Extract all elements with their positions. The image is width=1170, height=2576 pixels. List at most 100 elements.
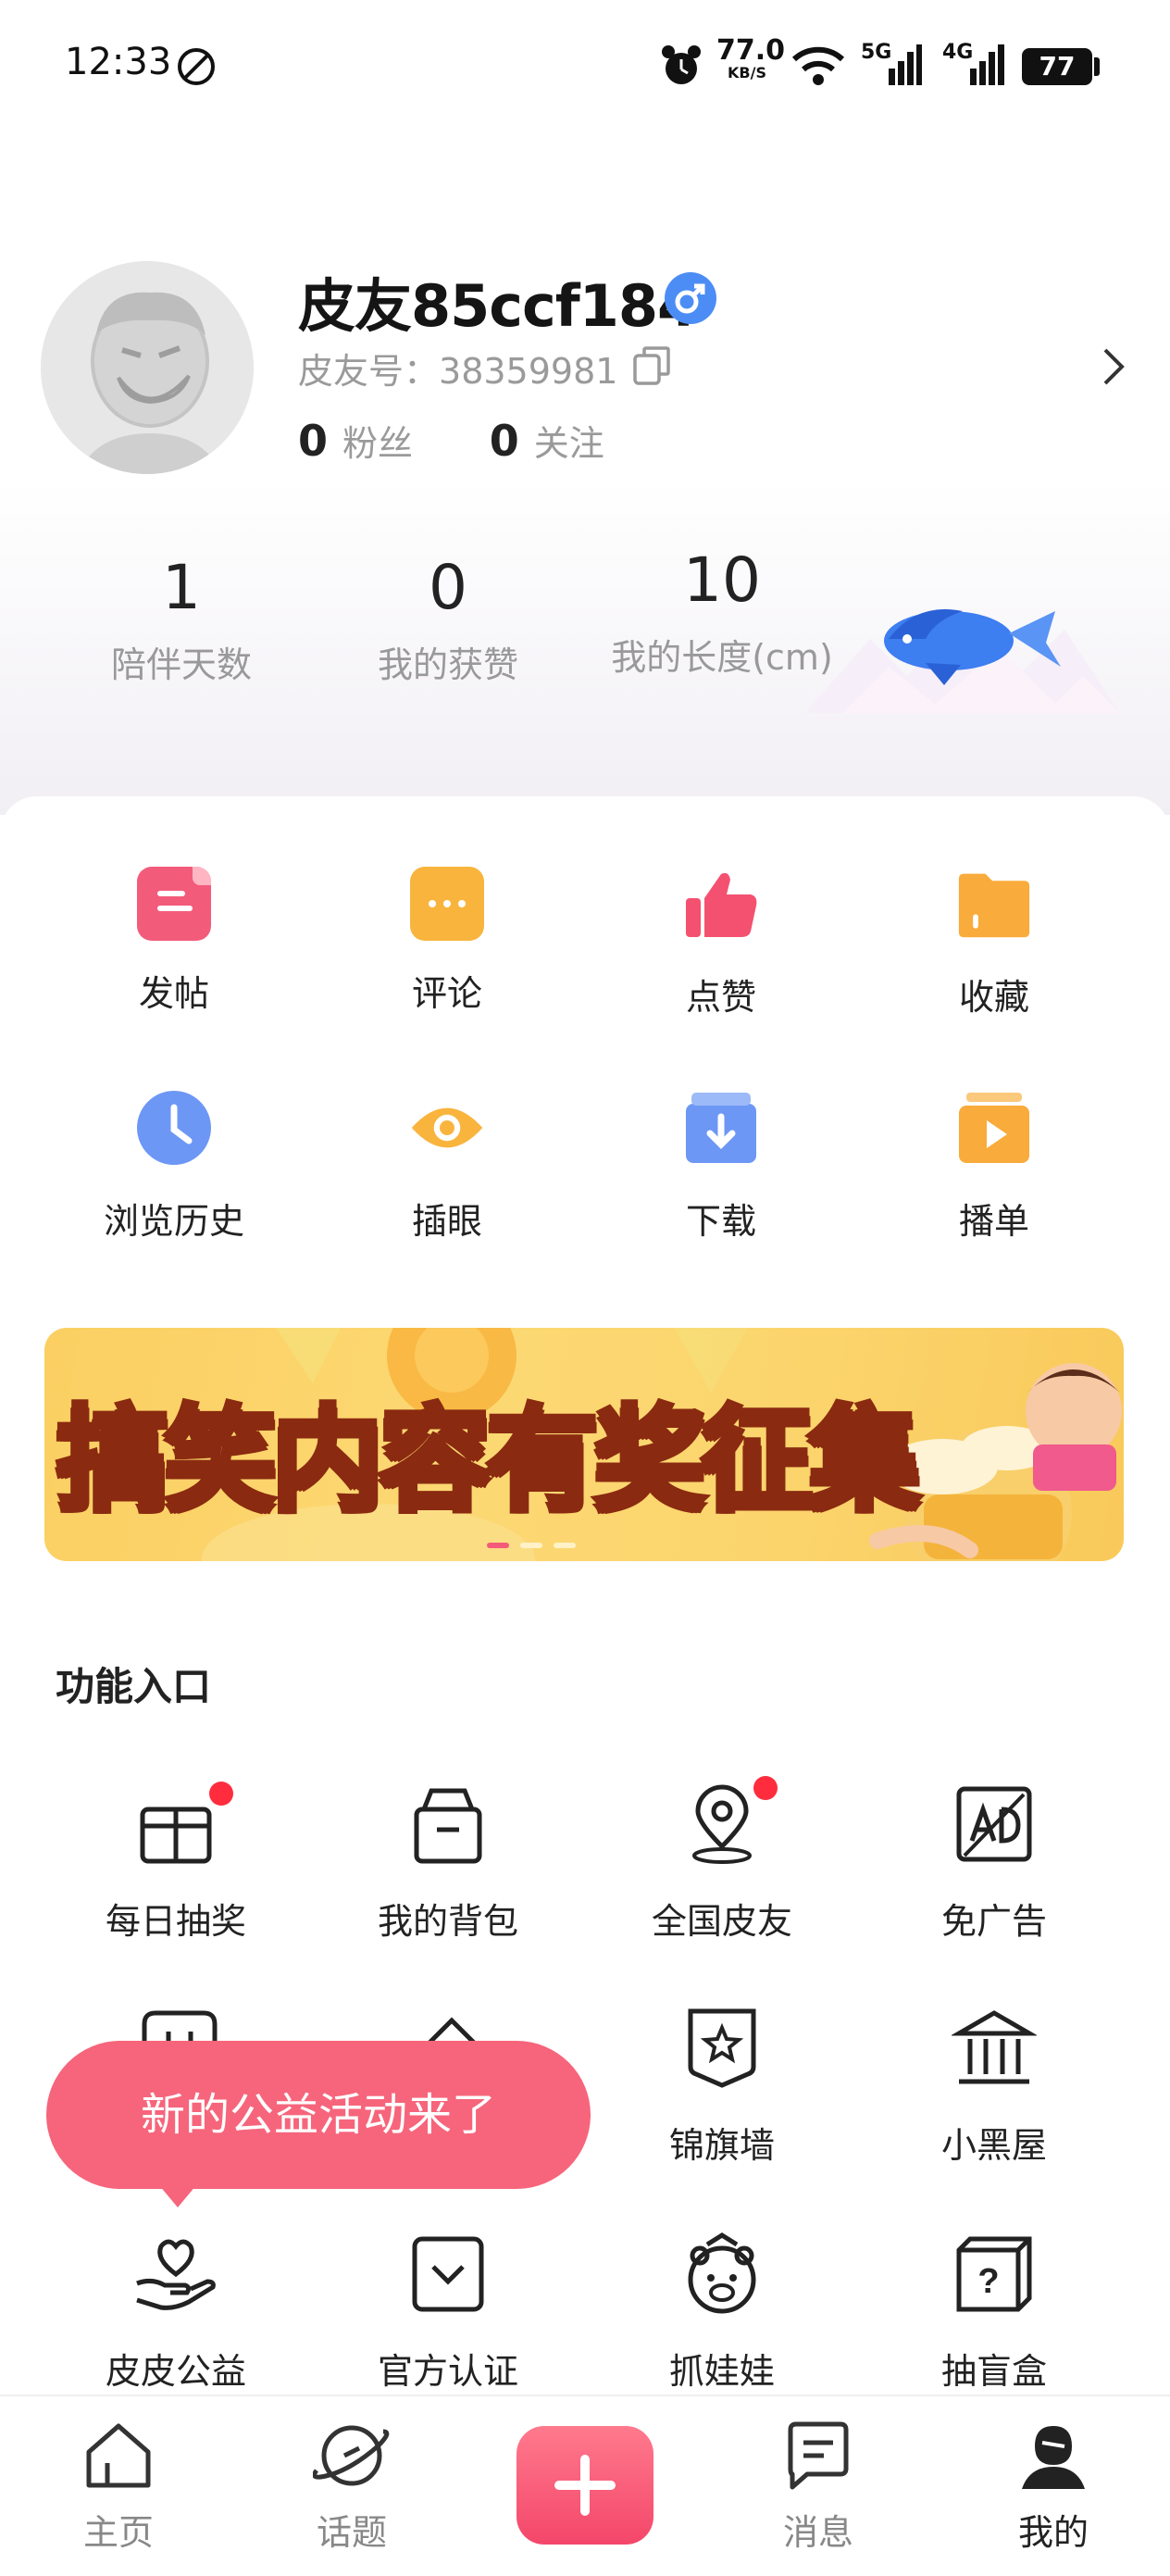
network-speed: 77.0 KB/S [716,34,786,81]
download-icon [686,1093,756,1163]
functions-section-title: 功能入口 [56,1664,212,1709]
blind-box-icon: ? [956,2236,1032,2312]
hand-heart-icon [136,2239,216,2310]
wifi-icon [791,46,845,85]
nav-label: 消息 [782,2512,853,2553]
notification-dot [753,1776,778,1800]
no-disturb-icon [178,48,215,85]
follow-stats: 0 粉丝 0 关注 [298,415,604,466]
home-icon [86,2423,151,2488]
quick-action-post[interactable]: 发帖 [81,867,267,1016]
quick-action-label: 评论 [411,973,482,1014]
profile-icon [1022,2426,1085,2489]
function-label: 免广告 [940,1901,1047,1942]
stat-likes-received: 0 我的获赞 [377,552,518,685]
banner-title: 搞笑内容有奖征集 [55,1393,923,1527]
quick-action-label: 收藏 [958,977,1029,1018]
nav-topics[interactable]: 话题 [278,2419,426,2555]
nav-me[interactable]: 我的 [979,2419,1127,2555]
chevron-right-icon[interactable] [1100,344,1127,389]
function-pennant-wall[interactable]: 锦旗墙 [620,2006,824,2168]
planet-icon [312,2425,390,2486]
copy-icon[interactable] [631,344,674,387]
quick-action-history[interactable]: 浏览历史 [81,1091,267,1244]
follow-count[interactable]: 0 关注 [490,416,604,466]
function-label: 我的背包 [377,1901,518,1942]
publish-button[interactable] [517,2426,653,2545]
charity-tooltip[interactable]: 新的公益活动来了 [46,2041,591,2189]
quick-action-bookmark-eye[interactable]: 插眼 [355,1091,540,1244]
function-label: 小黑屋 [940,2125,1047,2166]
function-blind-box[interactable]: ? 抽盲盒 [892,2232,1096,2394]
claw-doll-icon [688,2232,756,2314]
clock-icon [137,1091,211,1165]
eye-icon [411,1107,483,1148]
quick-action-label: 点赞 [685,977,756,1018]
alarm-icon [662,45,701,84]
location-pin-icon [692,1784,752,1864]
username: 皮友85ccf184 [298,272,697,340]
function-ad-free[interactable]: 免广告 [892,1782,1096,1944]
no-ads-icon [956,1786,1032,1862]
fans-count[interactable]: 0 粉丝 [298,416,413,466]
plus-icon [554,2455,616,2516]
backpack-icon [414,1788,482,1864]
stat-companion-days: 1 陪伴天数 [110,552,252,685]
status-bar: 12:33 77.0 KB/S 5G 4G 77 [0,0,1170,139]
function-label: 全国皮友 [651,1901,792,1942]
quick-action-label: 播单 [958,1201,1029,1242]
banner-star-icon [688,2008,756,2088]
function-daily-lottery[interactable]: 每日抽奖 [74,1782,278,1944]
avatar[interactable] [41,261,254,474]
quick-action-label: 下载 [685,1201,756,1242]
promo-banner[interactable]: 搞笑内容有奖征集 [44,1328,1124,1561]
user-id-value: 38359981 [439,351,618,392]
quick-action-playlist[interactable]: 播单 [902,1091,1087,1244]
function-official-verification[interactable]: 官方认证 [346,2232,550,2394]
function-label: 每日抽奖 [105,1901,246,1942]
function-label: 官方认证 [377,2351,518,2392]
male-gender-icon [665,272,716,324]
notification-dot [209,1782,233,1806]
nav-messages[interactable]: 消息 [744,2419,892,2555]
function-my-backpack[interactable]: 我的背包 [346,1782,550,1944]
thumbs-up-icon [686,872,757,937]
gift-icon [140,1807,212,1864]
bottom-navigation: 主页 话题 消息 我的 [0,2395,1170,2576]
shrimp-mascot-icon [805,609,1120,713]
signal-5g-icon [889,44,922,85]
function-label: 抓娃娃 [668,2351,775,2392]
function-label: 锦旗墙 [668,2125,775,2166]
quick-action-label: 发帖 [138,973,209,1014]
nav-label: 话题 [316,2512,387,2553]
quick-action-favorites[interactable]: 收藏 [902,867,1087,1019]
user-id: 皮友号：38359981 [298,343,617,394]
function-charity[interactable]: 皮皮公益 [74,2232,278,2394]
signal-4g-icon [970,44,1004,85]
nav-home[interactable]: 主页 [44,2419,193,2555]
quick-action-like[interactable]: 点赞 [629,867,814,1019]
function-claw-machine[interactable]: 抓娃娃 [620,2232,824,2394]
quick-action-comment[interactable]: 评论 [355,867,540,1016]
function-label: 抽盲盒 [940,2351,1047,2392]
status-time: 12:33 [65,41,172,83]
default-avatar-icon [41,261,254,474]
nav-label: 主页 [82,2512,154,2553]
quick-action-label: 插眼 [411,1201,482,1242]
message-icon [788,2421,849,2490]
tooltip-tail [159,2185,196,2207]
function-blackroom[interactable]: 小黑屋 [892,2006,1096,2168]
verified-check-icon [412,2236,484,2312]
post-icon [137,867,211,941]
quick-action-download[interactable]: 下载 [629,1091,814,1244]
svg-text:?: ? [977,2262,999,2301]
function-label: 皮皮公益 [105,2351,246,2392]
battery-indicator: 77 [1022,48,1092,85]
quick-action-label: 浏览历史 [103,1201,244,1242]
nav-label: 我的 [1017,2512,1089,2553]
battery-tip [1094,57,1100,76]
playlist-icon [959,1093,1029,1163]
courthouse-icon [950,2010,1039,2084]
function-nationwide-users[interactable]: 全国皮友 [620,1776,824,1944]
folder-icon [958,873,1030,938]
